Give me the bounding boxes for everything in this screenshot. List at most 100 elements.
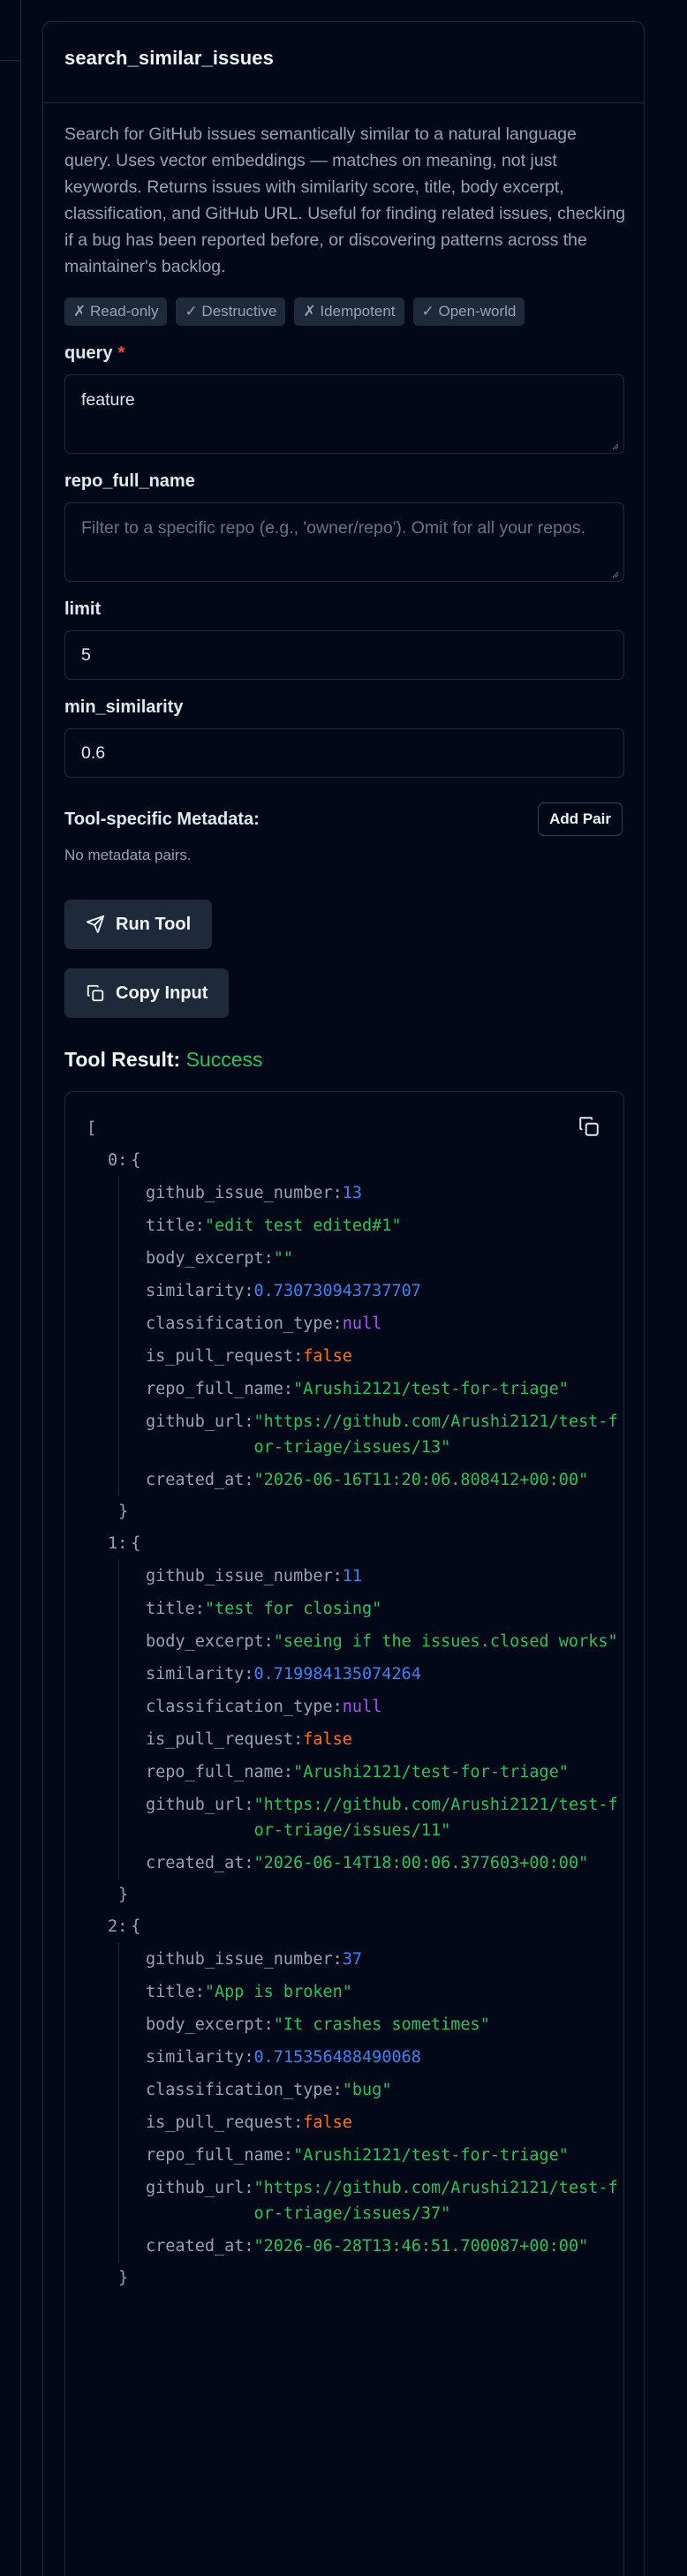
annotation-badges: ✗ Read-only ✓ Destructive ✗ Idempotent ✓… <box>64 298 623 326</box>
json-field-row: repo_full_name: "Arushi2121/test-for-tria… <box>146 1373 623 1405</box>
run-tool-label: Run Tool <box>116 914 192 934</box>
json-value: 0.715356488490068 <box>253 2048 421 2067</box>
json-field-row: classification_type: null <box>146 1691 623 1723</box>
json-field-row: created_at: "2026-06-14T18:00:06.377603+0… <box>146 1847 623 1879</box>
badge-destructive: ✓ Destructive <box>176 298 286 326</box>
json-key: repo_full_name: <box>146 1763 294 1781</box>
json-value: 11 <box>342 1567 363 1586</box>
json-value: 37 <box>342 1950 363 1969</box>
json-key: is_pull_request: <box>146 2113 304 2132</box>
json-key: classification_type: <box>146 1698 343 1716</box>
limit-label-text: limit <box>64 599 102 619</box>
json-value: "2026-06-28T13:46:51.700087+00:00" <box>253 2237 589 2256</box>
json-key: body_excerpt: <box>146 1632 274 1651</box>
add-pair-button[interactable]: Add Pair <box>538 802 623 836</box>
json-value: "Arushi2121/test-for-triage" <box>293 1380 569 1398</box>
json-value: "Arushi2121/test-for-triage" <box>293 1763 569 1781</box>
result-item-index: 2: <box>108 1917 128 1936</box>
copy-input-button[interactable]: Copy Input <box>64 968 230 1018</box>
tool-name: search_similar_issues <box>64 47 274 69</box>
tool-panel: search_similar_issues Search for GitHub … <box>42 21 645 2576</box>
result-item-body: github_issue_number: 11 title: "test for cl… <box>118 1560 623 1879</box>
run-tool-button[interactable]: Run Tool <box>64 900 213 949</box>
json-field-row: body_excerpt: "seeing if the issues.close… <box>146 1625 623 1658</box>
result-item-header[interactable]: 0:{ <box>108 1145 623 1177</box>
result-item-header[interactable]: 2:{ <box>108 1911 623 1943</box>
json-value: "test for closing" <box>204 1600 382 1618</box>
json-key: github_url: <box>146 2179 254 2197</box>
json-value: "Arushi2121/test-for-triage" <box>293 2146 569 2165</box>
json-value: "App is broken" <box>204 1983 352 2001</box>
json-value: false <box>303 1347 352 1366</box>
min-similarity-input[interactable] <box>64 728 624 778</box>
json-key: created_at: <box>146 1471 254 1489</box>
repo-full-name-label: repo_full_name <box>64 471 623 492</box>
json-close-brace: } <box>118 2269 129 2287</box>
query-label: query * <box>64 343 623 364</box>
json-field-row: github_issue_number: 13 <box>146 1177 623 1209</box>
json-key: created_at: <box>146 2237 254 2256</box>
json-open-brace: { <box>131 1151 141 1170</box>
copy-result-icon[interactable] <box>578 1115 600 1138</box>
json-value: "https://github.com/Arushi2121/test-for-… <box>253 1796 618 1840</box>
repo-full-name-field: repo_full_name <box>64 471 624 582</box>
limit-input[interactable] <box>64 630 624 680</box>
json-key: similarity: <box>146 1282 254 1300</box>
min-similarity-field: min_similarity <box>64 697 624 778</box>
left-rail <box>0 0 21 2576</box>
json-field-row: is_pull_request: false <box>146 1723 623 1756</box>
json-field-row: created_at: "2026-06-28T13:46:51.700087+0… <box>146 2230 623 2263</box>
tool-description: Search for GitHub issues semantically si… <box>64 124 626 276</box>
json-open-brace: { <box>131 1917 141 1936</box>
json-value: false <box>303 2113 352 2132</box>
json-open-bracket: [ <box>87 1119 97 1138</box>
result-title-text: Tool Result: <box>64 1048 181 1071</box>
json-field-row: github_issue_number: 37 <box>146 1943 623 1976</box>
json-key: title: <box>146 1216 205 1235</box>
repo-full-name-label-text: repo_full_name <box>64 471 195 491</box>
send-icon <box>86 915 105 934</box>
json-field-row: body_excerpt: "It crashes sometimes" <box>146 2008 623 2041</box>
limit-field: limit <box>64 599 624 680</box>
query-input[interactable] <box>64 374 624 454</box>
json-key: created_at: <box>146 1854 254 1872</box>
min-similarity-label: min_similarity <box>64 697 623 718</box>
json-field-row: classification_type: "bug" <box>146 2074 623 2106</box>
required-mark: * <box>117 343 125 363</box>
json-field-row: similarity: 0.730730943737707 <box>146 1275 623 1307</box>
json-value: "seeing if the issues.closed works" <box>273 1632 618 1651</box>
json-key: github_url: <box>146 1796 254 1814</box>
limit-label: limit <box>64 599 623 620</box>
json-value: "https://github.com/Arushi2121/test-for-… <box>253 2179 618 2223</box>
query-field: query * <box>64 343 624 454</box>
json-field-row: title: "test for closing" <box>146 1593 623 1625</box>
json-field-row: is_pull_request: false <box>146 2106 623 2139</box>
json-field-row: github_url: "https://github.com/Arushi212… <box>146 2172 623 2230</box>
json-key: is_pull_request: <box>146 1730 304 1749</box>
json-value: "" <box>273 1249 294 1268</box>
json-value: "https://github.com/Arushi2121/test-for-… <box>253 1412 618 1457</box>
json-value: null <box>342 1698 382 1716</box>
json-field-row: github_url: "https://github.com/Arushi212… <box>146 1789 623 1847</box>
metadata-header: Tool-specific Metadata: Add Pair <box>64 802 623 836</box>
result-item-header[interactable]: 1:{ <box>108 1528 623 1560</box>
json-key: title: <box>146 1600 205 1618</box>
repo-full-name-input[interactable] <box>64 502 624 582</box>
panel-body: Search for GitHub issues semantically si… <box>43 103 644 2576</box>
json-value: false <box>303 1730 352 1749</box>
result-item-index: 1: <box>108 1534 128 1553</box>
json-key: github_issue_number: <box>146 1184 343 1202</box>
copy-icon <box>87 984 104 1002</box>
result-item-body: github_issue_number: 37 title: "App is brok… <box>118 1943 623 2263</box>
json-key: github_issue_number: <box>146 1950 343 1969</box>
result-items: 0:{github_issue_number: 13 title: "edit tes… <box>87 1145 623 2294</box>
json-close-brace: } <box>118 1886 129 1904</box>
json-value: 0.719984135074264 <box>253 1665 421 1683</box>
result-item-body: github_issue_number: 13 title: "edit test e… <box>118 1177 623 1496</box>
json-value: "2026-06-16T11:20:06.808412+00:00" <box>253 1471 589 1489</box>
json-key: is_pull_request: <box>146 1347 304 1366</box>
json-key: title: <box>146 1983 205 2001</box>
json-key: similarity: <box>146 2048 254 2067</box>
json-field-row: title: "edit test edited#1" <box>146 1209 623 1242</box>
json-field-row: classification_type: null <box>146 1307 623 1340</box>
